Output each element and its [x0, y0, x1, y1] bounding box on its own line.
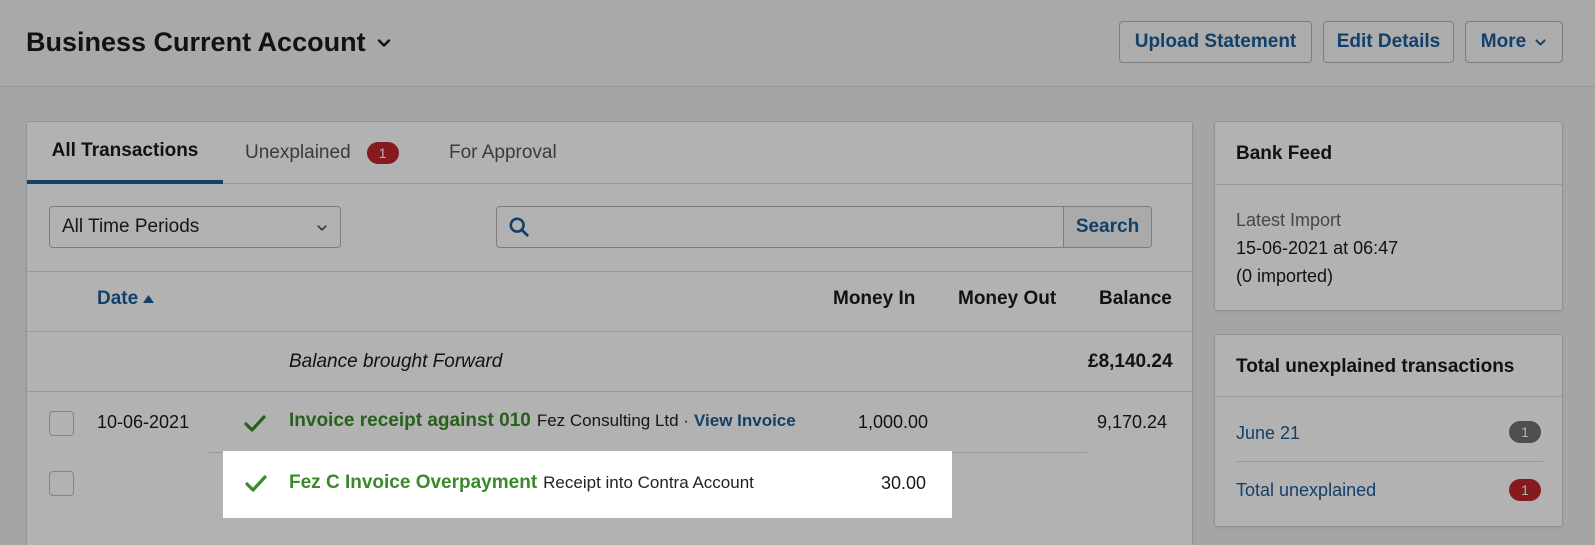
- count-badge: 1: [1509, 479, 1541, 501]
- row-checkbox[interactable]: [49, 411, 74, 436]
- balance-value: 9,170.24: [1097, 412, 1168, 432]
- unexplained-summary-title: Total unexplained transactions: [1236, 356, 1515, 377]
- money-in-value: 30.00: [881, 473, 927, 493]
- account-title: Business Current Account: [26, 27, 366, 57]
- money-out-column-header: Money Out: [958, 288, 1057, 309]
- divider: [27, 331, 1192, 332]
- transaction-title-link[interactable]: Invoice receipt against 010: [289, 410, 531, 432]
- transaction-tabs: All Transactions Unexplained 1 For Appro…: [27, 122, 1192, 184]
- search-input[interactable]: [541, 207, 1063, 247]
- checkmark-icon: [244, 415, 266, 432]
- transaction-detail: Fez Consulting Ltd ·: [536, 411, 689, 430]
- divider: [1215, 184, 1562, 185]
- tab-all-transactions[interactable]: All Transactions: [27, 122, 223, 184]
- imported-count: (0 imported): [1236, 266, 1334, 286]
- date-header-label: Date: [97, 288, 139, 309]
- page-header: Business Current Account Upload Statemen…: [0, 0, 1595, 87]
- tab-unexplained[interactable]: Unexplained 1: [245, 122, 399, 184]
- chevron-down-icon: [377, 38, 390, 47]
- brought-forward-label: Balance brought Forward: [289, 351, 503, 372]
- edit-details-button[interactable]: Edit Details: [1323, 21, 1454, 63]
- divider: [27, 391, 1192, 392]
- money-in-value: 1,000.00: [858, 412, 929, 432]
- search-button[interactable]: Search: [1063, 207, 1151, 247]
- brought-forward-balance: £8,140.24: [1088, 351, 1173, 372]
- chevron-down-icon: [1535, 38, 1546, 46]
- checkmark-icon: [245, 475, 267, 492]
- bank-feed-title: Bank Feed: [1236, 143, 1333, 164]
- more-button[interactable]: More: [1465, 21, 1563, 63]
- tab-label: Unexplained: [245, 142, 351, 163]
- period-select[interactable]: All Time Periods: [49, 206, 341, 248]
- chevron-down-icon: [317, 225, 327, 231]
- account-selector[interactable]: Business Current Account: [26, 27, 392, 58]
- date-column-header[interactable]: Date: [97, 288, 155, 310]
- balance-column-header: Balance: [1099, 288, 1172, 309]
- latest-import-date: 15-06-2021 at 06:47: [1236, 238, 1399, 258]
- highlighted-transaction-row: Fez C Invoice Overpayment Receipt into C…: [223, 451, 952, 518]
- divider: [1236, 461, 1543, 462]
- transaction-date: 10-06-2021: [97, 412, 190, 432]
- row-checkbox[interactable]: [49, 471, 74, 496]
- transaction-detail: Receipt into Contra Account: [543, 473, 754, 492]
- divider: [27, 271, 1192, 272]
- transaction-description: Fez C Invoice Overpayment Receipt into C…: [289, 472, 754, 494]
- latest-import-label: Latest Import: [1236, 210, 1342, 230]
- search-icon: [497, 207, 541, 247]
- upload-statement-button[interactable]: Upload Statement: [1119, 21, 1312, 63]
- total-unexplained-link[interactable]: Total unexplained: [1236, 480, 1376, 501]
- transaction-title-link[interactable]: Fez C Invoice Overpayment: [289, 472, 537, 494]
- tab-label: All Transactions: [51, 140, 199, 161]
- bank-feed-panel: Bank Feed Latest Import 15-06-2021 at 06…: [1214, 121, 1563, 311]
- transaction-description: Invoice receipt against 010 Fez Consulti…: [289, 410, 796, 432]
- tab-for-approval[interactable]: For Approval: [449, 122, 557, 184]
- view-invoice-link[interactable]: View Invoice: [694, 411, 796, 431]
- money-in-column-header: Money In: [833, 288, 916, 309]
- tab-label: For Approval: [449, 142, 557, 163]
- unexplained-count-badge: 1: [366, 142, 399, 164]
- period-select-value: All Time Periods: [62, 216, 200, 237]
- sort-ascending-icon: [143, 295, 155, 303]
- divider: [1215, 396, 1562, 397]
- count-badge: 1: [1509, 421, 1541, 443]
- month-unexplained-link[interactable]: June 21: [1236, 423, 1300, 444]
- more-button-label: More: [1480, 31, 1527, 52]
- unexplained-summary-panel: Total unexplained transactions June 21 1…: [1214, 334, 1563, 527]
- search-box: Search: [496, 206, 1152, 248]
